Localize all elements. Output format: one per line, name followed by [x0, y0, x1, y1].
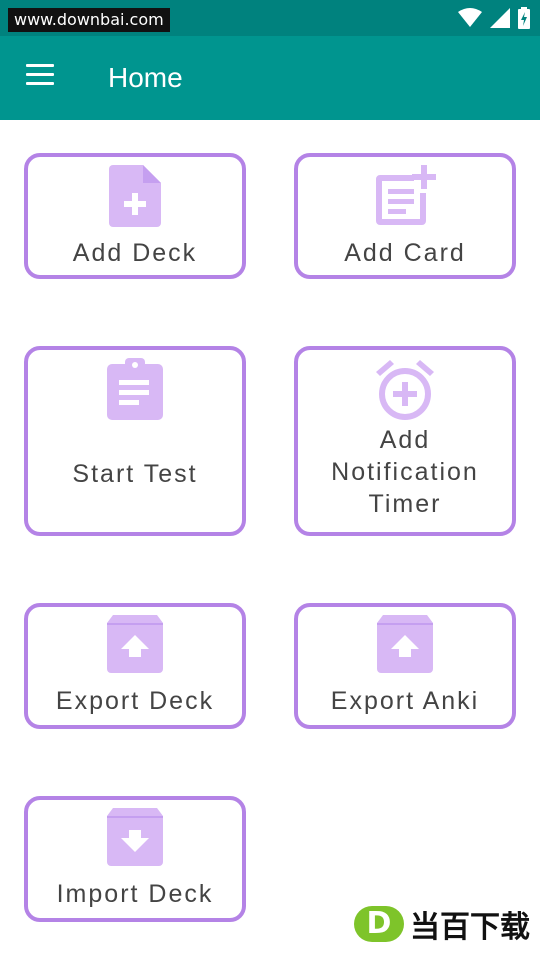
watermark-logo: D 当百下载: [354, 902, 530, 946]
start-test-button[interactable]: Start Test: [24, 346, 246, 536]
menu-button[interactable]: [26, 64, 58, 92]
add-notification-timer-button[interactable]: Add Notification Timer: [294, 346, 516, 536]
export-deck-button[interactable]: Export Deck: [24, 603, 246, 729]
export-anki-button[interactable]: Export Anki: [294, 603, 516, 729]
watermark-logo-letter: D: [354, 906, 404, 942]
hamburger-icon: [26, 64, 54, 67]
status-bar: www.downbai.com: [0, 0, 540, 36]
tile-label: Start Test: [72, 460, 198, 488]
tile-label: Add Notification Timer: [331, 426, 479, 518]
clipboard-icon: [107, 358, 163, 420]
tile-label: Export Anki: [330, 687, 480, 715]
tile-label: Add Deck: [72, 239, 198, 267]
signal-icon: [490, 8, 510, 28]
tile-label: Add Card: [344, 239, 466, 267]
battery-icon: [518, 7, 530, 29]
app-bar: Home: [0, 36, 540, 120]
tile-label: Export Deck: [55, 687, 215, 715]
watermark-logo-text: 当百下载: [410, 910, 530, 945]
hamburger-icon-line: [26, 73, 54, 76]
watermark-url: www.downbai.com: [8, 8, 170, 32]
import-deck-button[interactable]: Import Deck: [24, 796, 246, 922]
add-deck-button[interactable]: Add Deck: [24, 153, 246, 279]
archive-down-icon: [107, 808, 163, 866]
add-file-icon: [109, 165, 161, 227]
page-title: Home: [108, 62, 183, 93]
hamburger-icon-line: [26, 82, 54, 85]
wifi-icon: [458, 8, 482, 27]
alarm-add-icon: [376, 360, 434, 420]
archive-up-icon: [377, 615, 433, 673]
archive-up-icon: [107, 615, 163, 673]
add-note-icon: [376, 165, 436, 225]
tile-label: Import Deck: [56, 880, 214, 908]
add-card-button[interactable]: Add Card: [294, 153, 516, 279]
status-icons: [458, 7, 530, 29]
